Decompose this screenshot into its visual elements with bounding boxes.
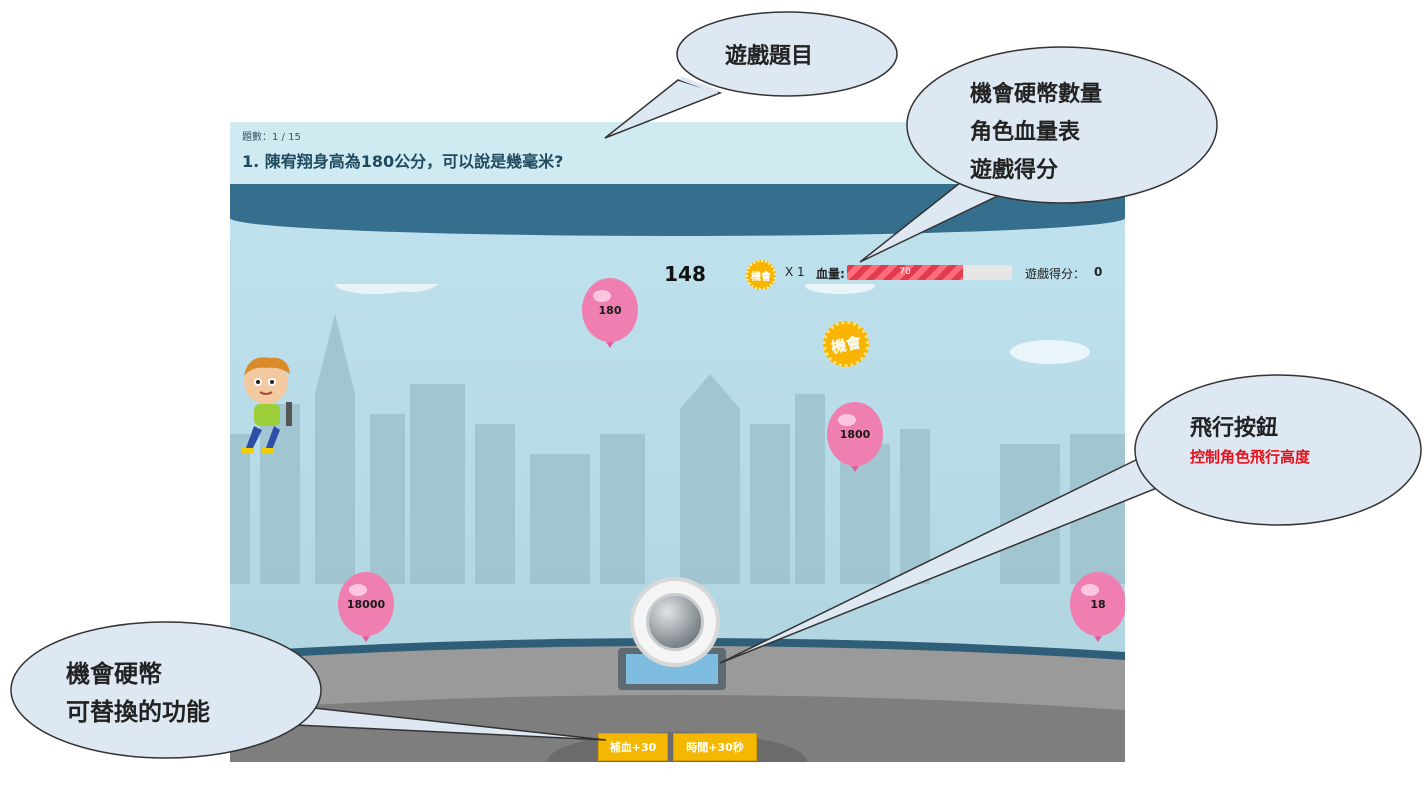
callout-fly-title: 飛行按鈕 (1190, 416, 1279, 441)
question-text: 1. 陳宥翔身高為180公分，可以說是幾毫米? (242, 152, 564, 171)
hp-label: 血量: (816, 267, 845, 281)
callout-hud-line3: 遊戲得分 (970, 158, 1059, 183)
balloon-icon (582, 278, 638, 348)
callout-bubble (604, 11, 898, 139)
question-counter: 題數：1 / 15 (242, 132, 301, 143)
balloon-label: 180 (598, 304, 622, 317)
callout-fly-subtitle: 控制角色飛行高度 (1190, 448, 1311, 466)
callout-bubble (719, 374, 1422, 664)
fly-button-icon (646, 593, 704, 651)
callout-coins: 機會硬幣 可替換的功能 (6, 620, 616, 780)
answer-balloon[interactable]: 180 (570, 276, 650, 364)
screenshot-stage: 題數：1 / 15 1. 陳宥翔身高為180公分，可以說是幾毫米? 148 機會… (0, 0, 1427, 801)
callout-coins-line1: 機會硬幣 (66, 660, 162, 688)
time-powerup-button[interactable]: 時間+30秒 (673, 733, 757, 761)
callout-question: 遊戲題目 (600, 8, 900, 139)
balloon-label: 18000 (346, 598, 386, 611)
coin-icon: 機會 (746, 260, 776, 290)
callout-fly: 飛行按鈕 控制角色飛行高度 (700, 358, 1425, 668)
callout-hud-line1: 機會硬幣數量 (970, 82, 1103, 107)
callout-hud-line2: 角色血量表 (970, 120, 1081, 145)
coin-count: X 1 (785, 265, 805, 279)
callout-question-text: 遊戲題目 (725, 44, 814, 69)
countdown-timer: 148 (664, 262, 706, 286)
callout-coins-line2: 可替換的功能 (66, 698, 210, 726)
player-character (242, 357, 292, 453)
callout-hud: 機會硬幣數量 角色血量表 遊戲得分 (859, 40, 1220, 270)
